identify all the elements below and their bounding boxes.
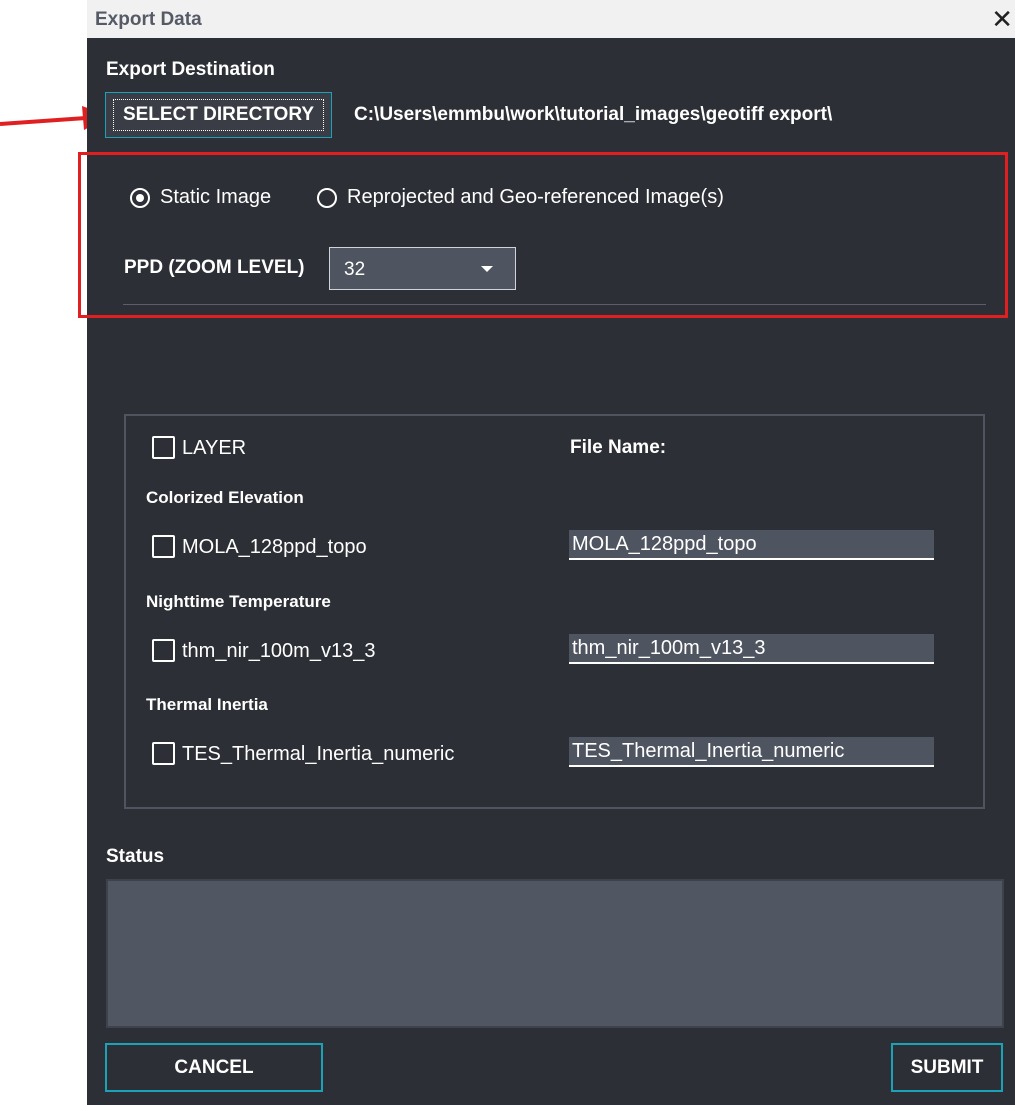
file-name-value-mola: MOLA_128ppd_topo — [572, 533, 757, 555]
file-name-input-tes[interactable]: TES_Thermal_Inertia_numeric — [569, 737, 934, 767]
title-bar: Export Data ✕ — [87, 0, 1015, 38]
file-name-input-thm[interactable]: thm_nir_100m_v13_3 — [569, 634, 934, 664]
file-name-header: File Name: — [570, 437, 667, 458]
group-title-thermal-inertia: Thermal Inertia — [146, 695, 268, 714]
highlight-annotation-box — [78, 152, 1008, 318]
layer-label-thm: thm_nir_100m_v13_3 — [182, 640, 376, 662]
file-name-input-mola[interactable]: MOLA_128ppd_topo — [569, 530, 934, 560]
select-directory-label: SELECT DIRECTORY — [113, 99, 324, 131]
dialog-title: Export Data — [95, 9, 202, 30]
close-icon[interactable]: ✕ — [991, 4, 1013, 34]
layer-header-label: LAYER — [182, 437, 247, 459]
layer-checkbox-tes[interactable] — [152, 742, 175, 765]
file-name-value-tes: TES_Thermal_Inertia_numeric — [572, 740, 845, 762]
export-destination-heading: Export Destination — [106, 59, 275, 80]
select-all-layers-checkbox[interactable] — [152, 436, 175, 459]
destination-path: C:\Users\emmbu\work\tutorial_images\geot… — [354, 104, 833, 125]
status-output — [106, 879, 1004, 1028]
layer-panel: LAYER File Name: Colorized Elevation MOL… — [124, 414, 985, 809]
layer-checkbox-thm[interactable] — [152, 639, 175, 662]
cancel-button[interactable]: CANCEL — [105, 1043, 323, 1092]
group-title-colorized-elevation: Colorized Elevation — [146, 488, 304, 507]
select-directory-button[interactable]: SELECT DIRECTORY — [105, 92, 332, 138]
submit-button[interactable]: SUBMIT — [891, 1043, 1003, 1092]
file-name-value-thm: thm_nir_100m_v13_3 — [572, 637, 766, 659]
status-label: Status — [106, 846, 165, 867]
layer-checkbox-mola[interactable] — [152, 535, 175, 558]
layer-label-mola: MOLA_128ppd_topo — [182, 536, 367, 558]
layer-label-tes: TES_Thermal_Inertia_numeric — [182, 743, 455, 765]
group-title-nighttime-temperature: Nighttime Temperature — [146, 592, 331, 611]
